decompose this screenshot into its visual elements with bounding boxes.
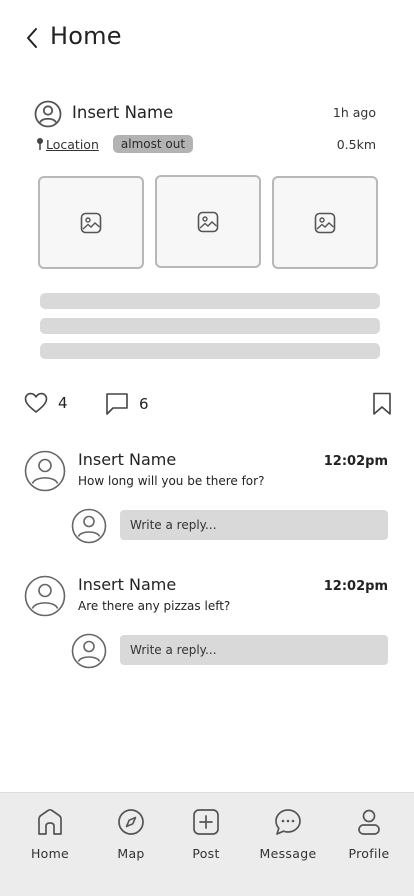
compass-icon — [117, 807, 145, 837]
reply-avatar — [71, 508, 107, 544]
comment-text: How long will you be there for? — [78, 474, 265, 488]
back-button[interactable] — [20, 26, 44, 50]
user-avatar-icon — [71, 633, 107, 669]
tab-message[interactable]: Message — [252, 807, 324, 861]
chevron-left-icon — [27, 28, 37, 48]
image-placeholder[interactable] — [272, 176, 378, 269]
comment-time: 12:02pm — [323, 454, 388, 469]
bookmark-icon — [373, 392, 391, 415]
home-icon — [36, 807, 64, 837]
text-placeholder-line — [40, 318, 380, 334]
tab-label: Message — [259, 846, 317, 861]
page-title: Home — [50, 22, 122, 50]
avatar[interactable] — [34, 100, 62, 128]
comment-button[interactable]: 6 — [105, 392, 149, 416]
status-badge: almost out — [112, 135, 194, 153]
comment-item: Insert Name 12:02pm Are there any pizzas… — [0, 573, 414, 683]
image-placeholder[interactable] — [38, 176, 144, 269]
tab-post[interactable]: Post — [170, 807, 242, 861]
tab-label: Home — [30, 846, 70, 861]
post-timestamp: 1h ago — [332, 105, 376, 120]
user-avatar-icon — [34, 100, 62, 128]
reply-input[interactable] — [120, 635, 388, 665]
post-author-name[interactable]: Insert Name — [72, 103, 173, 122]
location-row: Location almost out — [36, 135, 194, 153]
tab-home[interactable]: Home — [14, 807, 86, 861]
comment-text: Are there any pizzas left? — [78, 599, 231, 613]
header: Home — [0, 0, 414, 80]
text-placeholder-line — [40, 343, 380, 359]
location-link[interactable]: Location — [46, 137, 99, 152]
chat-bubble-icon — [274, 807, 302, 837]
user-avatar-icon — [24, 575, 66, 617]
reply-input[interactable] — [120, 510, 388, 540]
comment-author[interactable]: Insert Name — [78, 575, 176, 594]
avatar[interactable] — [24, 575, 66, 617]
image-icon — [197, 211, 219, 232]
tab-profile[interactable]: Profile — [333, 807, 405, 861]
comment-item: Insert Name 12:02pm How long will you be… — [0, 448, 414, 558]
image-icon — [80, 212, 102, 233]
post-actions: 4 6 — [0, 392, 414, 418]
image-placeholder[interactable] — [155, 175, 261, 268]
comment-author[interactable]: Insert Name — [78, 450, 176, 469]
user-avatar-icon — [24, 450, 66, 492]
bookmark-button[interactable] — [372, 392, 392, 420]
avatar[interactable] — [24, 450, 66, 492]
comment-count: 6 — [139, 395, 149, 413]
person-icon — [355, 807, 383, 837]
comment-time: 12:02pm — [323, 579, 388, 594]
text-placeholder-line — [40, 293, 380, 309]
comment-icon — [106, 393, 128, 415]
location-pin-icon — [36, 137, 44, 151]
post-distance: 0.5km — [336, 137, 376, 152]
heart-icon — [24, 392, 48, 413]
tab-map[interactable]: Map — [95, 807, 167, 861]
image-icon — [314, 212, 336, 233]
tab-label: Map — [117, 846, 145, 861]
bottom-tab-bar: Home Map Post Message Profile — [0, 792, 414, 896]
like-button[interactable]: 4 — [24, 392, 68, 414]
user-avatar-icon — [71, 508, 107, 544]
plus-square-icon — [192, 807, 220, 837]
tab-label: Post — [192, 846, 220, 861]
tab-label: Profile — [348, 846, 390, 861]
reply-avatar — [71, 633, 107, 669]
like-count: 4 — [58, 394, 68, 412]
